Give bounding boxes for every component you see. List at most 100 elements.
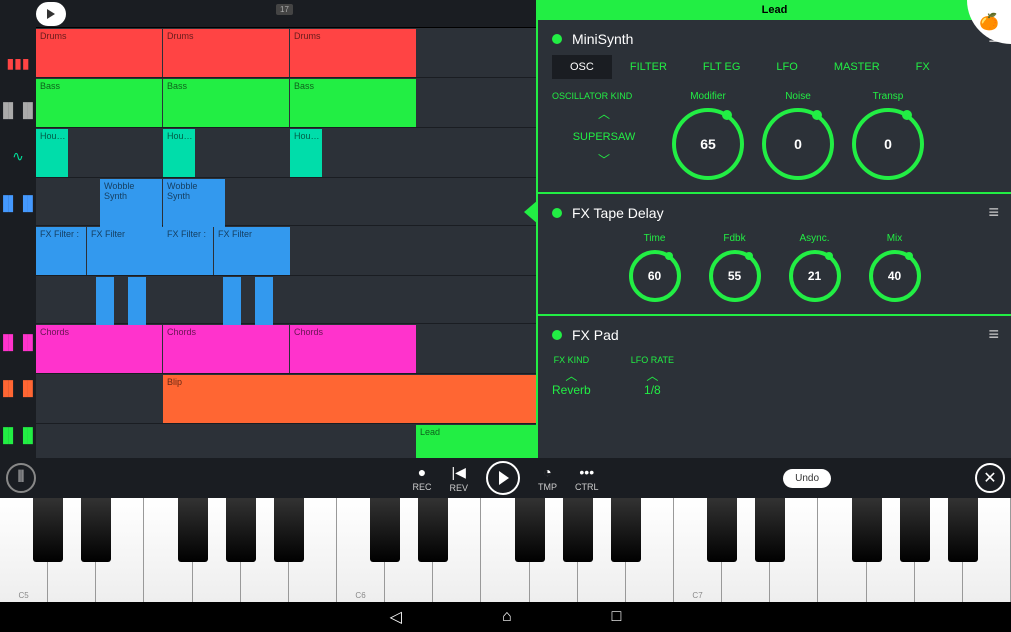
clip[interactable]: Chords xyxy=(163,325,289,373)
blip-track-icon[interactable]: ▐▌▐▌ xyxy=(0,365,36,411)
knob-modifier[interactable]: Modifier65 xyxy=(672,91,744,180)
clip[interactable] xyxy=(223,277,241,325)
piano-track-icon[interactable]: ▐▌▐▌ xyxy=(0,86,36,132)
timeline-tracks: 17 DrumsDrumsDrumsBassBassBassHou…Hou…Ho… xyxy=(36,0,536,458)
active-dot-icon[interactable] xyxy=(552,34,562,44)
panel-pointer-icon xyxy=(524,200,538,224)
black-key[interactable] xyxy=(274,498,304,562)
timeline-ruler[interactable]: 17 xyxy=(36,0,536,28)
mixer-button[interactable]: ⫴ xyxy=(6,463,36,493)
fx-delay-name: FX Tape Delay xyxy=(572,205,664,221)
clip[interactable]: Drums xyxy=(290,29,416,77)
ctrl-button[interactable]: •••CTRL xyxy=(575,464,599,492)
chevron-down-icon[interactable]: ﹀ xyxy=(552,153,656,167)
transport-bar: ⫴ ●REC |◀REV ◔TMP •••CTRL Undo ✕ xyxy=(0,458,1011,498)
track-row[interactable]: DrumsDrumsDrums xyxy=(36,28,536,78)
track-row[interactable]: Hou… Hou… Hou… xyxy=(36,128,536,178)
oscillator-kind-selector[interactable]: OSCILLATOR KIND ︿ SUPERSAW ﹀ xyxy=(552,91,656,167)
tab-lfo[interactable]: LFO xyxy=(758,55,815,79)
undo-button[interactable]: Undo xyxy=(783,469,831,488)
black-key[interactable] xyxy=(33,498,63,562)
clip[interactable]: Drums xyxy=(163,29,289,77)
lead-track-icon[interactable]: ▐▌▐▌ xyxy=(0,412,36,458)
clip[interactable]: Hou… xyxy=(163,129,195,177)
close-button[interactable]: ✕ xyxy=(975,463,1005,493)
play-button[interactable] xyxy=(486,461,520,495)
clip[interactable]: Bass xyxy=(290,79,416,127)
black-key[interactable] xyxy=(852,498,882,562)
track-row[interactable]: FX Filter :FX FilterFX Filter :FX Filter xyxy=(36,226,536,276)
knob-fdbk[interactable]: Fdbk55 xyxy=(709,233,761,302)
black-key[interactable] xyxy=(178,498,208,562)
active-dot-icon[interactable] xyxy=(552,330,562,340)
black-key[interactable] xyxy=(948,498,978,562)
active-dot-icon[interactable] xyxy=(552,208,562,218)
drum-track-icon[interactable]: ▮▮▮ xyxy=(0,40,36,86)
clip[interactable]: FX Filter xyxy=(87,227,163,275)
clip[interactable]: Bass xyxy=(163,79,289,127)
black-key[interactable] xyxy=(418,498,448,562)
track-row[interactable]: Blip xyxy=(36,374,536,424)
knob-transp[interactable]: Transp0 xyxy=(852,91,924,180)
minisynth-section: MiniSynth ≡ OSCFILTERFLT EGLFOMASTERFX O… xyxy=(538,20,1011,194)
knob-mix[interactable]: Mix40 xyxy=(869,233,921,302)
chord-track-icon[interactable]: ▐▌▐▌ xyxy=(0,319,36,365)
home-icon[interactable]: ⌂ xyxy=(502,608,512,626)
clip[interactable]: FX Filter : xyxy=(163,227,213,275)
clip[interactable] xyxy=(128,277,146,325)
chevron-up-icon[interactable]: ︿ xyxy=(552,107,656,121)
track-row[interactable] xyxy=(36,276,536,324)
clip[interactable]: Wobble Synth xyxy=(163,179,225,227)
clip[interactable]: Wobble Synth xyxy=(100,179,162,227)
tab-fx[interactable]: FX xyxy=(898,55,948,79)
tab-filter[interactable]: FILTER xyxy=(612,55,685,79)
tab-osc[interactable]: OSC xyxy=(552,55,612,79)
clip[interactable]: FX Filter xyxy=(214,227,290,275)
panel-title: Lead xyxy=(538,0,1011,20)
black-key[interactable] xyxy=(900,498,930,562)
rewind-button[interactable]: |◀REV xyxy=(449,464,468,493)
track-row[interactable]: BassBassBass xyxy=(36,78,536,128)
knob-time[interactable]: Time60 xyxy=(629,233,681,302)
track-type-sidebar: ▮▮▮ ▐▌▐▌ ∿ ▐▌▐▌ ▐▌▐▌ ▐▌▐▌ ▐▌▐▌ xyxy=(0,0,36,458)
clip[interactable] xyxy=(255,277,273,325)
clip[interactable]: FX Filter : xyxy=(36,227,86,275)
param-lfo-rate[interactable]: LFO RATE︿1/8 xyxy=(631,355,674,399)
tempo-button[interactable]: ◔TMP xyxy=(538,464,557,492)
black-key[interactable] xyxy=(707,498,737,562)
position-marker[interactable]: 17 xyxy=(276,4,293,15)
clip[interactable]: Chords xyxy=(36,325,162,373)
knob-noise[interactable]: Noise0 xyxy=(762,91,834,180)
tab-master[interactable]: MASTER xyxy=(816,55,898,79)
black-key[interactable] xyxy=(755,498,785,562)
clip[interactable]: Chords xyxy=(290,325,416,373)
clip[interactable]: Hou… xyxy=(36,129,68,177)
knob-async[interactable]: Async.21 xyxy=(789,233,841,302)
track-row[interactable]: ChordsChordsChords xyxy=(36,324,536,374)
menu-icon[interactable]: ≡ xyxy=(988,202,997,223)
tab-flt eg[interactable]: FLT EG xyxy=(685,55,759,79)
black-key[interactable] xyxy=(370,498,400,562)
wave-track-icon[interactable]: ∿ xyxy=(0,133,36,179)
clip[interactable]: Drums xyxy=(36,29,162,77)
black-key[interactable] xyxy=(515,498,545,562)
recent-icon[interactable]: □ xyxy=(612,608,622,626)
track-row[interactable]: Wobble SynthWobble Synth xyxy=(36,178,536,226)
clip[interactable]: Hou… xyxy=(290,129,322,177)
piano-keyboard[interactable]: C5C6C7 xyxy=(0,498,1011,602)
param-fx-kind[interactable]: FX KIND︿Reverb xyxy=(552,355,591,399)
clip[interactable]: Bass xyxy=(36,79,162,127)
synth-track-icon[interactable]: ▐▌▐▌ xyxy=(0,179,36,225)
clip[interactable] xyxy=(96,277,114,325)
menu-icon[interactable]: ≡ xyxy=(988,324,997,345)
osc-kind-value: SUPERSAW xyxy=(552,121,656,153)
black-key[interactable] xyxy=(611,498,641,562)
black-key[interactable] xyxy=(81,498,111,562)
record-button[interactable]: ●REC xyxy=(412,464,431,492)
black-key[interactable] xyxy=(226,498,256,562)
fx-pad-section: FX Pad ≡ FX KIND︿ReverbLFO RATE︿1/8 xyxy=(538,316,1011,411)
clip[interactable]: Blip xyxy=(163,375,543,423)
black-key[interactable] xyxy=(563,498,593,562)
play-button-top[interactable] xyxy=(36,2,66,26)
back-icon[interactable]: ◁ xyxy=(390,607,402,627)
